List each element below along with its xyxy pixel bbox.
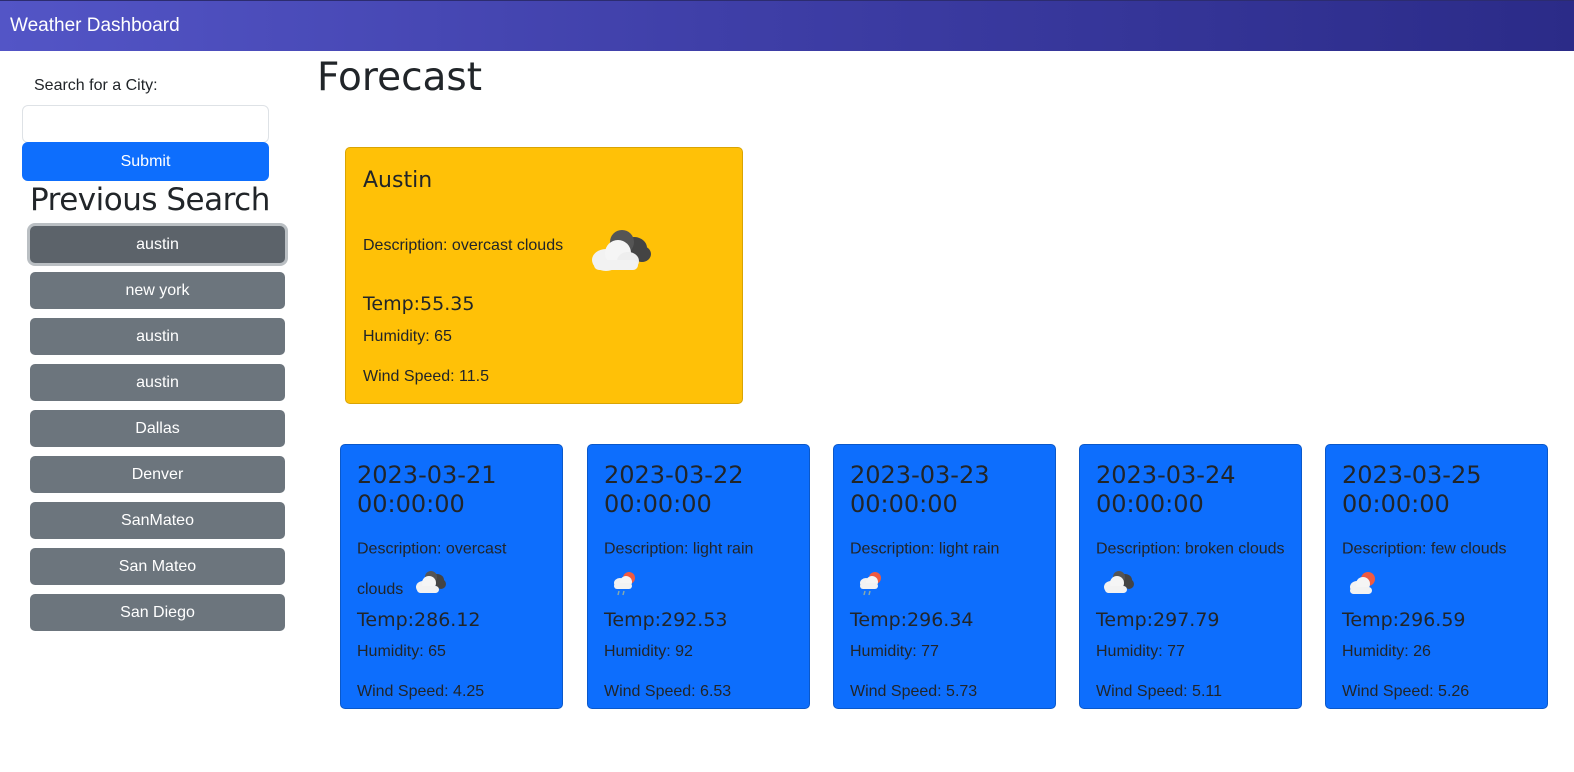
forecast-card: 2023-03-22 00:00:00 Description: light r… [587, 444, 810, 709]
forecast-humidity: Humidity: 26 [1342, 643, 1431, 660]
forecast-description: Description: light rain [604, 540, 754, 558]
forecast-description-row: Description: overcast clouds [357, 529, 557, 611]
history-button[interactable]: austin [30, 364, 285, 401]
forecast-temp: Temp:292.53 [604, 609, 728, 631]
history-button[interactable]: austin [30, 318, 285, 355]
forecast-description-row: Description: light rain [604, 529, 804, 613]
forecast-temp: Temp:286.12 [357, 609, 481, 631]
light-rain-icon [610, 568, 640, 613]
forecast-card: 2023-03-21 00:00:00 Description: overcas… [340, 444, 563, 709]
forecast-card: 2023-03-23 00:00:00 Description: light r… [833, 444, 1056, 709]
forecast-date: 2023-03-22 00:00:00 [604, 461, 744, 518]
forecast-card: 2023-03-24 00:00:00 Description: broken … [1079, 444, 1302, 709]
forecast-date: 2023-03-25 00:00:00 [1342, 461, 1482, 518]
forecast-temp: Temp:296.34 [850, 609, 974, 631]
forecast-description: Description: light rain [850, 540, 1000, 558]
history-button[interactable]: new york [30, 272, 285, 309]
forecast-title: Forecast [317, 55, 483, 100]
light-rain-icon [856, 568, 886, 613]
forecast-wind: Wind Speed: 5.11 [1096, 683, 1223, 700]
forecast-wind: Wind Speed: 5.73 [850, 683, 978, 700]
forecast-description: Description: few clouds [1342, 540, 1507, 558]
app-header: Weather Dashboard [0, 0, 1574, 51]
overcast-clouds-icon [584, 224, 654, 277]
forecast-date: 2023-03-21 00:00:00 [357, 461, 497, 518]
current-description: Description: overcast clouds [363, 237, 564, 254]
forecast-humidity: Humidity: 77 [1096, 643, 1185, 660]
history-button[interactable]: Dallas [30, 410, 285, 447]
history-button[interactable]: San Mateo [30, 548, 285, 585]
forecast-wind: Wind Speed: 6.53 [604, 683, 732, 700]
forecast-date: 2023-03-23 00:00:00 [850, 461, 990, 518]
app-title: Weather Dashboard [10, 15, 180, 36]
forecast-card: 2023-03-25 00:00:00 Description: few clo… [1325, 444, 1548, 709]
few-clouds-icon [1346, 568, 1380, 613]
previous-search-title: Previous Search [30, 182, 270, 218]
submit-button[interactable]: Submit [22, 142, 269, 181]
current-wind: Wind Speed: 11.5 [363, 368, 490, 385]
history-button[interactable]: SanMateo [30, 502, 285, 539]
forecast-wind: Wind Speed: 4.25 [357, 683, 485, 700]
current-humidity: Humidity: 65 [363, 328, 452, 345]
search-history-list: austin new york austin austin Dallas Den… [30, 226, 285, 640]
forecast-humidity: Humidity: 77 [850, 643, 939, 660]
forecast-humidity: Humidity: 92 [604, 643, 693, 660]
forecast-description: Description: broken clouds [1096, 540, 1285, 558]
history-button[interactable]: austin [30, 226, 285, 263]
broken-clouds-icon [1100, 568, 1136, 611]
forecast-wind: Wind Speed: 5.26 [1342, 683, 1470, 700]
forecast-description-row: Description: few clouds [1342, 529, 1542, 613]
forecast-humidity: Humidity: 65 [357, 643, 446, 660]
forecast-description-row: Description: broken clouds [1096, 529, 1296, 611]
current-temp: Temp:55.35 [363, 293, 475, 315]
city-search-input[interactable] [22, 105, 269, 143]
overcast-clouds-icon [412, 568, 448, 611]
forecast-temp: Temp:297.79 [1096, 609, 1220, 631]
history-button[interactable]: San Diego [30, 594, 285, 631]
history-button[interactable]: Denver [30, 456, 285, 493]
search-label: Search for a City: [34, 77, 158, 94]
current-weather-card: Austin Description: overcast clouds Temp… [345, 147, 743, 404]
current-city: Austin [363, 168, 433, 193]
forecast-temp: Temp:296.59 [1342, 609, 1466, 631]
forecast-date: 2023-03-24 00:00:00 [1096, 461, 1236, 518]
forecast-description-row: Description: light rain [850, 529, 1050, 613]
